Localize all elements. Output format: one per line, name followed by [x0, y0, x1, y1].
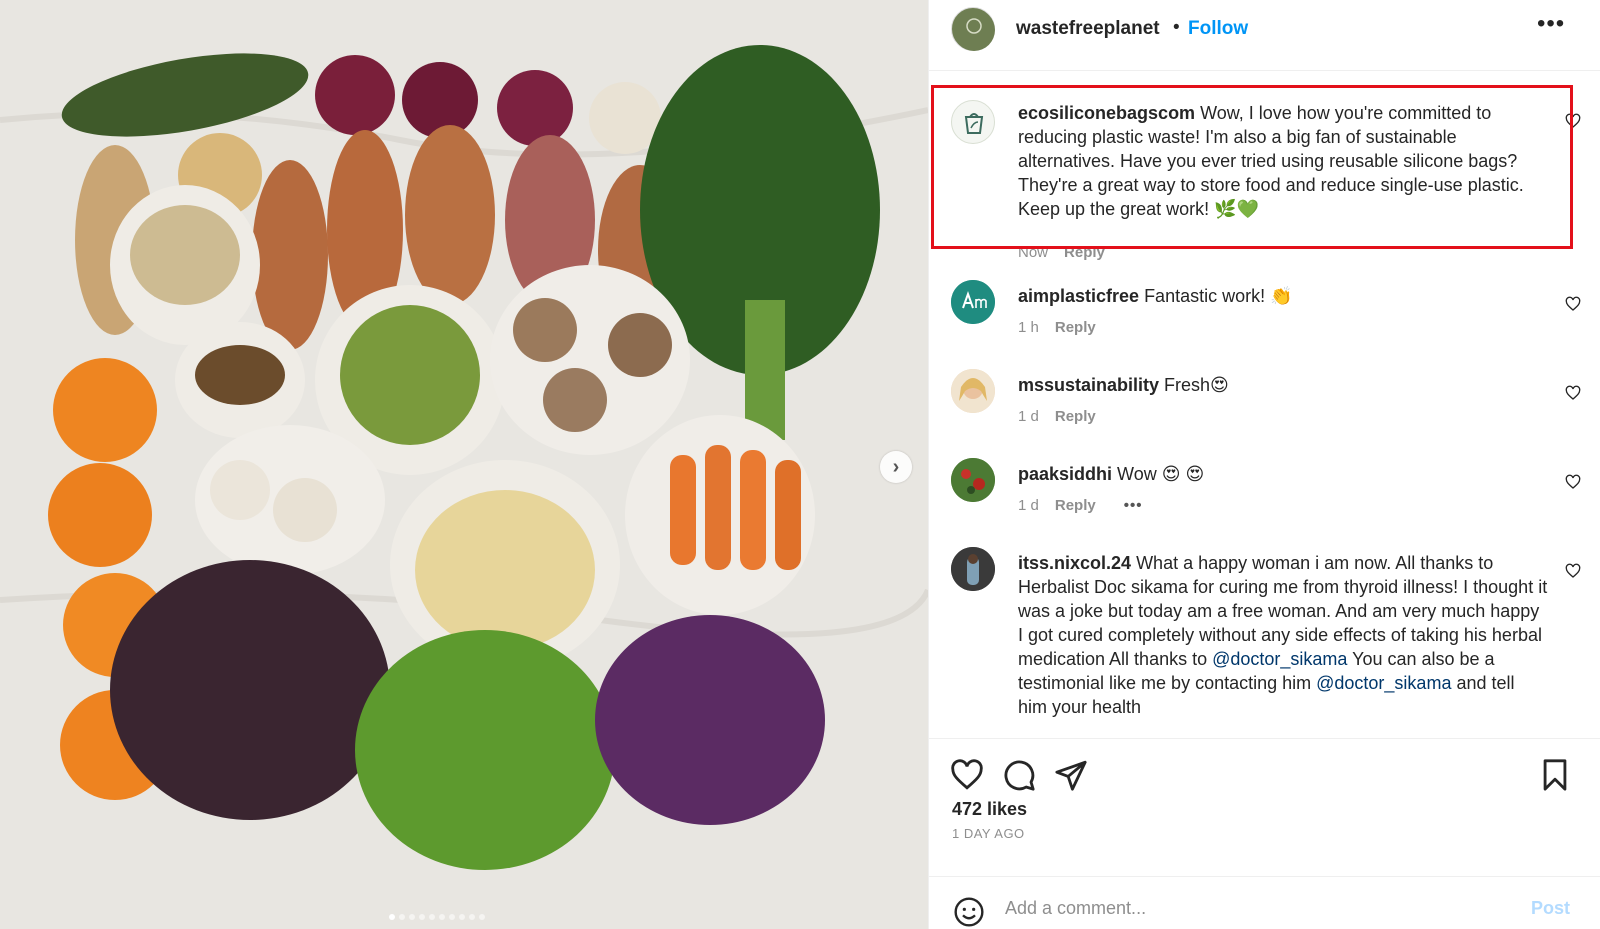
comments-list[interactable]: ecosiliconebagscom Wow, I love how you'r…: [929, 72, 1600, 738]
carousel-dot: [479, 914, 485, 920]
planet-logo-icon: [953, 9, 995, 51]
carousel-dot: [449, 914, 455, 920]
post-header: wastefreeplanet • Follow •••: [929, 0, 1600, 71]
carousel-dot: [419, 914, 425, 920]
heart-icon[interactable]: [1565, 474, 1581, 490]
comment-username[interactable]: aimplasticfree: [1018, 286, 1139, 306]
header-separator: •: [1173, 17, 1180, 38]
comment-time: 1 d: [1018, 497, 1039, 514]
follow-button[interactable]: Follow: [1188, 18, 1248, 40]
comment-username[interactable]: mssustainability: [1018, 375, 1159, 395]
mention-link[interactable]: @doctor_sikama: [1212, 649, 1347, 669]
comment-meta: 1 h Reply: [1018, 319, 1096, 336]
comment-text: aimplasticfree Fantastic work! 👏: [1018, 284, 1548, 308]
person-photo-icon: [951, 369, 995, 413]
carousel-next-button[interactable]: ›: [880, 451, 912, 483]
comment-meta: 1 d Reply •••: [1018, 497, 1142, 514]
heart-icon[interactable]: [1565, 113, 1581, 129]
carousel-dot: [469, 914, 475, 920]
carousel-dot: [459, 914, 465, 920]
post-side-panel: wastefreeplanet • Follow ••• ecosilicone…: [928, 0, 1600, 929]
heart-icon[interactable]: [1565, 563, 1581, 579]
carousel-dot: [399, 914, 405, 920]
comment-text: mssustainability Fresh😍: [1018, 373, 1548, 397]
more-options-button[interactable]: •••: [1537, 10, 1565, 38]
reply-button[interactable]: Reply: [1055, 497, 1096, 514]
heart-icon[interactable]: [1565, 296, 1581, 312]
comment-content: Fresh😍: [1159, 375, 1229, 395]
commenter-avatar[interactable]: [951, 458, 995, 502]
comment-options-button[interactable]: •••: [1124, 497, 1143, 514]
commenter-avatar[interactable]: [951, 100, 995, 144]
bag-logo-icon: [964, 113, 984, 134]
comment-content: Wow 😍 😍: [1112, 464, 1205, 484]
person-photo-icon: [951, 547, 995, 591]
commenter-avatar[interactable]: [951, 547, 995, 591]
carousel-indicator: [389, 914, 485, 920]
comment-meta: Now Reply: [1018, 244, 1105, 261]
aim-logo-icon: [951, 280, 995, 324]
reply-button[interactable]: Reply: [1055, 408, 1096, 425]
vegetables-photo: [0, 0, 928, 929]
carousel-dot: [389, 914, 395, 920]
chevron-right-icon: ›: [892, 455, 900, 478]
reply-button[interactable]: Reply: [1064, 244, 1105, 261]
post-date: 1 DAY AGO: [952, 826, 1025, 841]
bookmark-icon[interactable]: [1538, 758, 1572, 792]
heart-icon[interactable]: [1565, 385, 1581, 401]
author-avatar[interactable]: [951, 7, 995, 51]
plants-photo-icon: [951, 458, 995, 502]
comment-time: Now: [1018, 244, 1049, 261]
carousel-dot: [409, 914, 415, 920]
comment-meta: 1 d Reply: [1018, 408, 1096, 425]
carousel-dot: [439, 914, 445, 920]
post-image[interactable]: ›: [0, 0, 928, 929]
comment-time: 1 h: [1018, 319, 1039, 336]
comment-text: itss.nixcol.24 What a happy woman i am n…: [1018, 551, 1548, 719]
comment-icon[interactable]: [1002, 758, 1036, 792]
reply-button[interactable]: Reply: [1055, 319, 1096, 336]
commenter-avatar[interactable]: [951, 369, 995, 413]
comment-time: 1 d: [1018, 408, 1039, 425]
post-comment-button[interactable]: Post: [1531, 898, 1570, 919]
add-comment-bar: Post: [929, 876, 1600, 929]
commenter-avatar[interactable]: [951, 280, 995, 324]
comment-input[interactable]: [1005, 893, 1525, 923]
comment-username[interactable]: itss.nixcol.24: [1018, 553, 1131, 573]
share-icon[interactable]: [1054, 758, 1088, 792]
carousel-dot: [429, 914, 435, 920]
comment-text: ecosiliconebagscom Wow, I love how you'r…: [1018, 101, 1548, 221]
comment-username[interactable]: ecosiliconebagscom: [1018, 103, 1195, 123]
heart-icon[interactable]: [950, 758, 984, 792]
comment-text: paaksiddhi Wow 😍 😍: [1018, 462, 1548, 486]
post-actions: 472 likes 1 DAY AGO: [929, 738, 1600, 876]
comment-username[interactable]: paaksiddhi: [1018, 464, 1112, 484]
likes-count[interactable]: 472 likes: [952, 799, 1027, 820]
mention-link[interactable]: @doctor_sikama: [1316, 673, 1451, 693]
author-username[interactable]: wastefreeplanet: [1016, 18, 1160, 40]
emoji-icon[interactable]: [953, 896, 985, 928]
comment-content: Fantastic work! 👏: [1139, 286, 1293, 306]
